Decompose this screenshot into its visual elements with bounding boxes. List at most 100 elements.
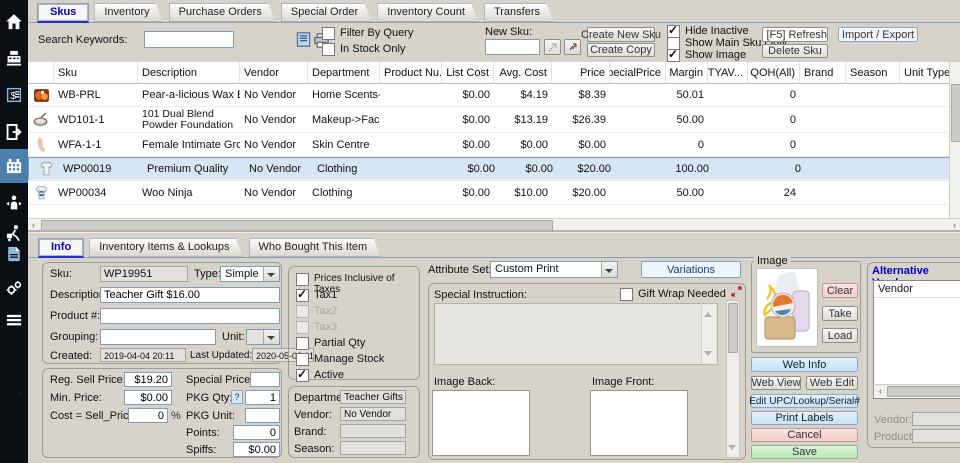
create-copy-button[interactable]: Create Copy	[587, 43, 655, 57]
tab-purchase-orders[interactable]: Purchase Orders	[169, 3, 276, 22]
tab-who-bought-this-item[interactable]: Who Bought This Item	[249, 238, 382, 257]
dispatch-icon[interactable]	[0, 189, 28, 217]
col-list-cost[interactable]: List Cost	[442, 62, 494, 84]
sku-generate-button[interactable]	[564, 39, 581, 55]
col-description[interactable]: Description	[138, 62, 240, 84]
web-info-button[interactable]: Web Info	[751, 357, 858, 372]
sku-lookup-button[interactable]	[544, 39, 561, 55]
product-num-input[interactable]	[100, 308, 280, 324]
tab-transfers[interactable]: Transfers	[484, 3, 554, 22]
table-row[interactable]: WB-PRL Pear-a-licious Wax Bar No Vendor …	[28, 84, 949, 107]
delete-sku-button[interactable]: Delete Sku	[762, 44, 828, 58]
scrollbar-thumb[interactable]	[951, 84, 960, 142]
save-button[interactable]: Save	[751, 445, 858, 459]
col-unit-type[interactable]: Unit Type	[900, 62, 949, 84]
unit-select[interactable]	[246, 329, 280, 345]
textarea-scrollbar[interactable]	[701, 305, 716, 363]
col-vendor[interactable]: Vendor	[240, 62, 308, 84]
invoice-icon[interactable]: $	[0, 81, 28, 109]
scroll-right-arrow[interactable]: ›	[949, 219, 960, 230]
home-icon[interactable]	[0, 8, 28, 36]
alt-vendors-horizontal-scrollbar[interactable]: ‹	[875, 384, 960, 397]
col-price[interactable]: Price	[552, 62, 610, 84]
settings-gears-icon[interactable]	[0, 274, 28, 302]
tab-inventory-items-lookups[interactable]: Inventory Items & Lookups	[89, 238, 243, 257]
refresh-button[interactable]: [F5] Refresh	[762, 27, 828, 42]
report-view-icon[interactable]	[295, 31, 312, 51]
show-image-checkbox[interactable]: Show Image	[667, 47, 746, 62]
scrollbar-thumb[interactable]	[887, 386, 960, 397]
alternative-vendors-list[interactable]: Vendor ‹	[873, 280, 960, 399]
inventory-building-icon[interactable]	[0, 149, 28, 183]
pkg-qty-input[interactable]	[245, 390, 280, 405]
print-labels-button[interactable]: Print Labels	[751, 411, 858, 425]
new-sku-input[interactable]	[485, 39, 540, 55]
scroll-down-arrow[interactable]	[704, 351, 712, 360]
col-season[interactable]: Season	[846, 62, 900, 84]
attribute-set-select[interactable]: Custom Print	[490, 261, 618, 278]
col-margin[interactable]: Margin	[666, 62, 708, 84]
col-avg-cost[interactable]: Avg. Cost	[494, 62, 552, 84]
gift-wrap-needed-checkbox[interactable]: Gift Wrap Needed	[620, 288, 726, 301]
partial-qty-checkbox[interactable]: Partial Qty	[296, 337, 365, 350]
pkg-qty-help-button[interactable]: ?	[231, 390, 243, 404]
col-icon[interactable]	[28, 62, 54, 84]
image-front-box[interactable]	[590, 390, 688, 456]
col-brand[interactable]: Brand	[800, 62, 846, 84]
active-checkbox[interactable]: Active	[296, 367, 344, 382]
clear-image-button[interactable]: Clear	[822, 283, 858, 298]
tab-inventory[interactable]: Inventory	[94, 3, 163, 22]
col-special-price[interactable]: SpecialPrice	[610, 62, 666, 84]
create-new-sku-button[interactable]: Create New Sku	[581, 27, 661, 42]
scroll-left-arrow[interactable]: ‹	[875, 385, 886, 396]
type-select[interactable]: Simple	[220, 266, 280, 282]
take-image-button[interactable]: Take	[822, 306, 858, 321]
description-input[interactable]	[100, 287, 280, 303]
attributes-vertical-scrollbar[interactable]	[726, 300, 740, 458]
col-qtyav[interactable]: QTYAV...	[708, 62, 748, 84]
logout-icon[interactable]	[0, 118, 28, 146]
col-product-num[interactable]: Product Nu...	[380, 62, 442, 84]
edit-upc-lookup-serial-button[interactable]: Edit UPC/Lookup/Serial#	[749, 394, 860, 408]
scrollbar-thumb[interactable]	[728, 303, 738, 353]
tax1-checkbox[interactable]: Tax1	[296, 287, 337, 302]
table-row[interactable]: WD101-1 101 Dual Blend Powder Foundation…	[28, 107, 949, 133]
web-edit-button[interactable]: Web Edit	[806, 376, 858, 390]
scroll-down-arrow[interactable]	[728, 445, 736, 454]
special-instruction-textarea[interactable]	[434, 303, 718, 365]
tab-info[interactable]: Info	[38, 238, 85, 258]
table-vertical-scrollbar[interactable]	[949, 62, 960, 218]
table-row[interactable]: WFA-1-1 Female Intimate Grooming No Vend…	[28, 133, 949, 157]
tab-special-order[interactable]: Special Order	[281, 3, 372, 22]
alt-vendor-column-header[interactable]: Vendor	[874, 281, 960, 298]
import-export-button[interactable]: Import / Export	[838, 27, 918, 42]
table-row[interactable]: WP00034 Woo Ninja No Vendor Clothing $0.…	[28, 181, 949, 205]
variations-button[interactable]: Variations	[641, 261, 741, 278]
expand-resize-icon[interactable]	[731, 286, 742, 300]
reg-sell-price-input[interactable]	[124, 372, 172, 387]
points-input[interactable]	[233, 425, 280, 440]
col-qoh-all[interactable]: QOH(All)	[748, 62, 800, 84]
cash-register-icon[interactable]	[0, 44, 28, 72]
tab-inventory-count[interactable]: Inventory Count	[377, 3, 479, 22]
grouping-input[interactable]	[100, 329, 216, 345]
pkg-unit-input[interactable]	[245, 408, 280, 423]
scroll-left-arrow[interactable]: ‹	[28, 219, 39, 230]
min-price-input[interactable]	[124, 390, 172, 405]
col-sku[interactable]: Sku	[54, 62, 138, 84]
web-view-button[interactable]: Web View	[751, 376, 801, 390]
search-input[interactable]	[144, 31, 234, 48]
table-row-selected[interactable]: WP00019 Premium Quality No Vendor Clothi…	[28, 157, 949, 180]
col-department[interactable]: Department	[308, 62, 380, 84]
in-stock-only-checkbox[interactable]: In Stock Only	[322, 43, 405, 56]
spiffs-input[interactable]	[233, 442, 280, 457]
special-price-input[interactable]	[250, 372, 280, 387]
report-icon[interactable]	[0, 240, 28, 268]
manage-stock-checkbox[interactable]: Manage Stock	[296, 353, 384, 366]
load-image-button[interactable]: Load	[822, 328, 858, 343]
menu-icon[interactable]	[0, 306, 28, 334]
image-back-box[interactable]	[432, 390, 530, 456]
cancel-button[interactable]: Cancel	[751, 428, 858, 442]
tab-skus[interactable]: Skus	[37, 3, 90, 23]
scroll-up-arrow[interactable]	[704, 308, 712, 317]
